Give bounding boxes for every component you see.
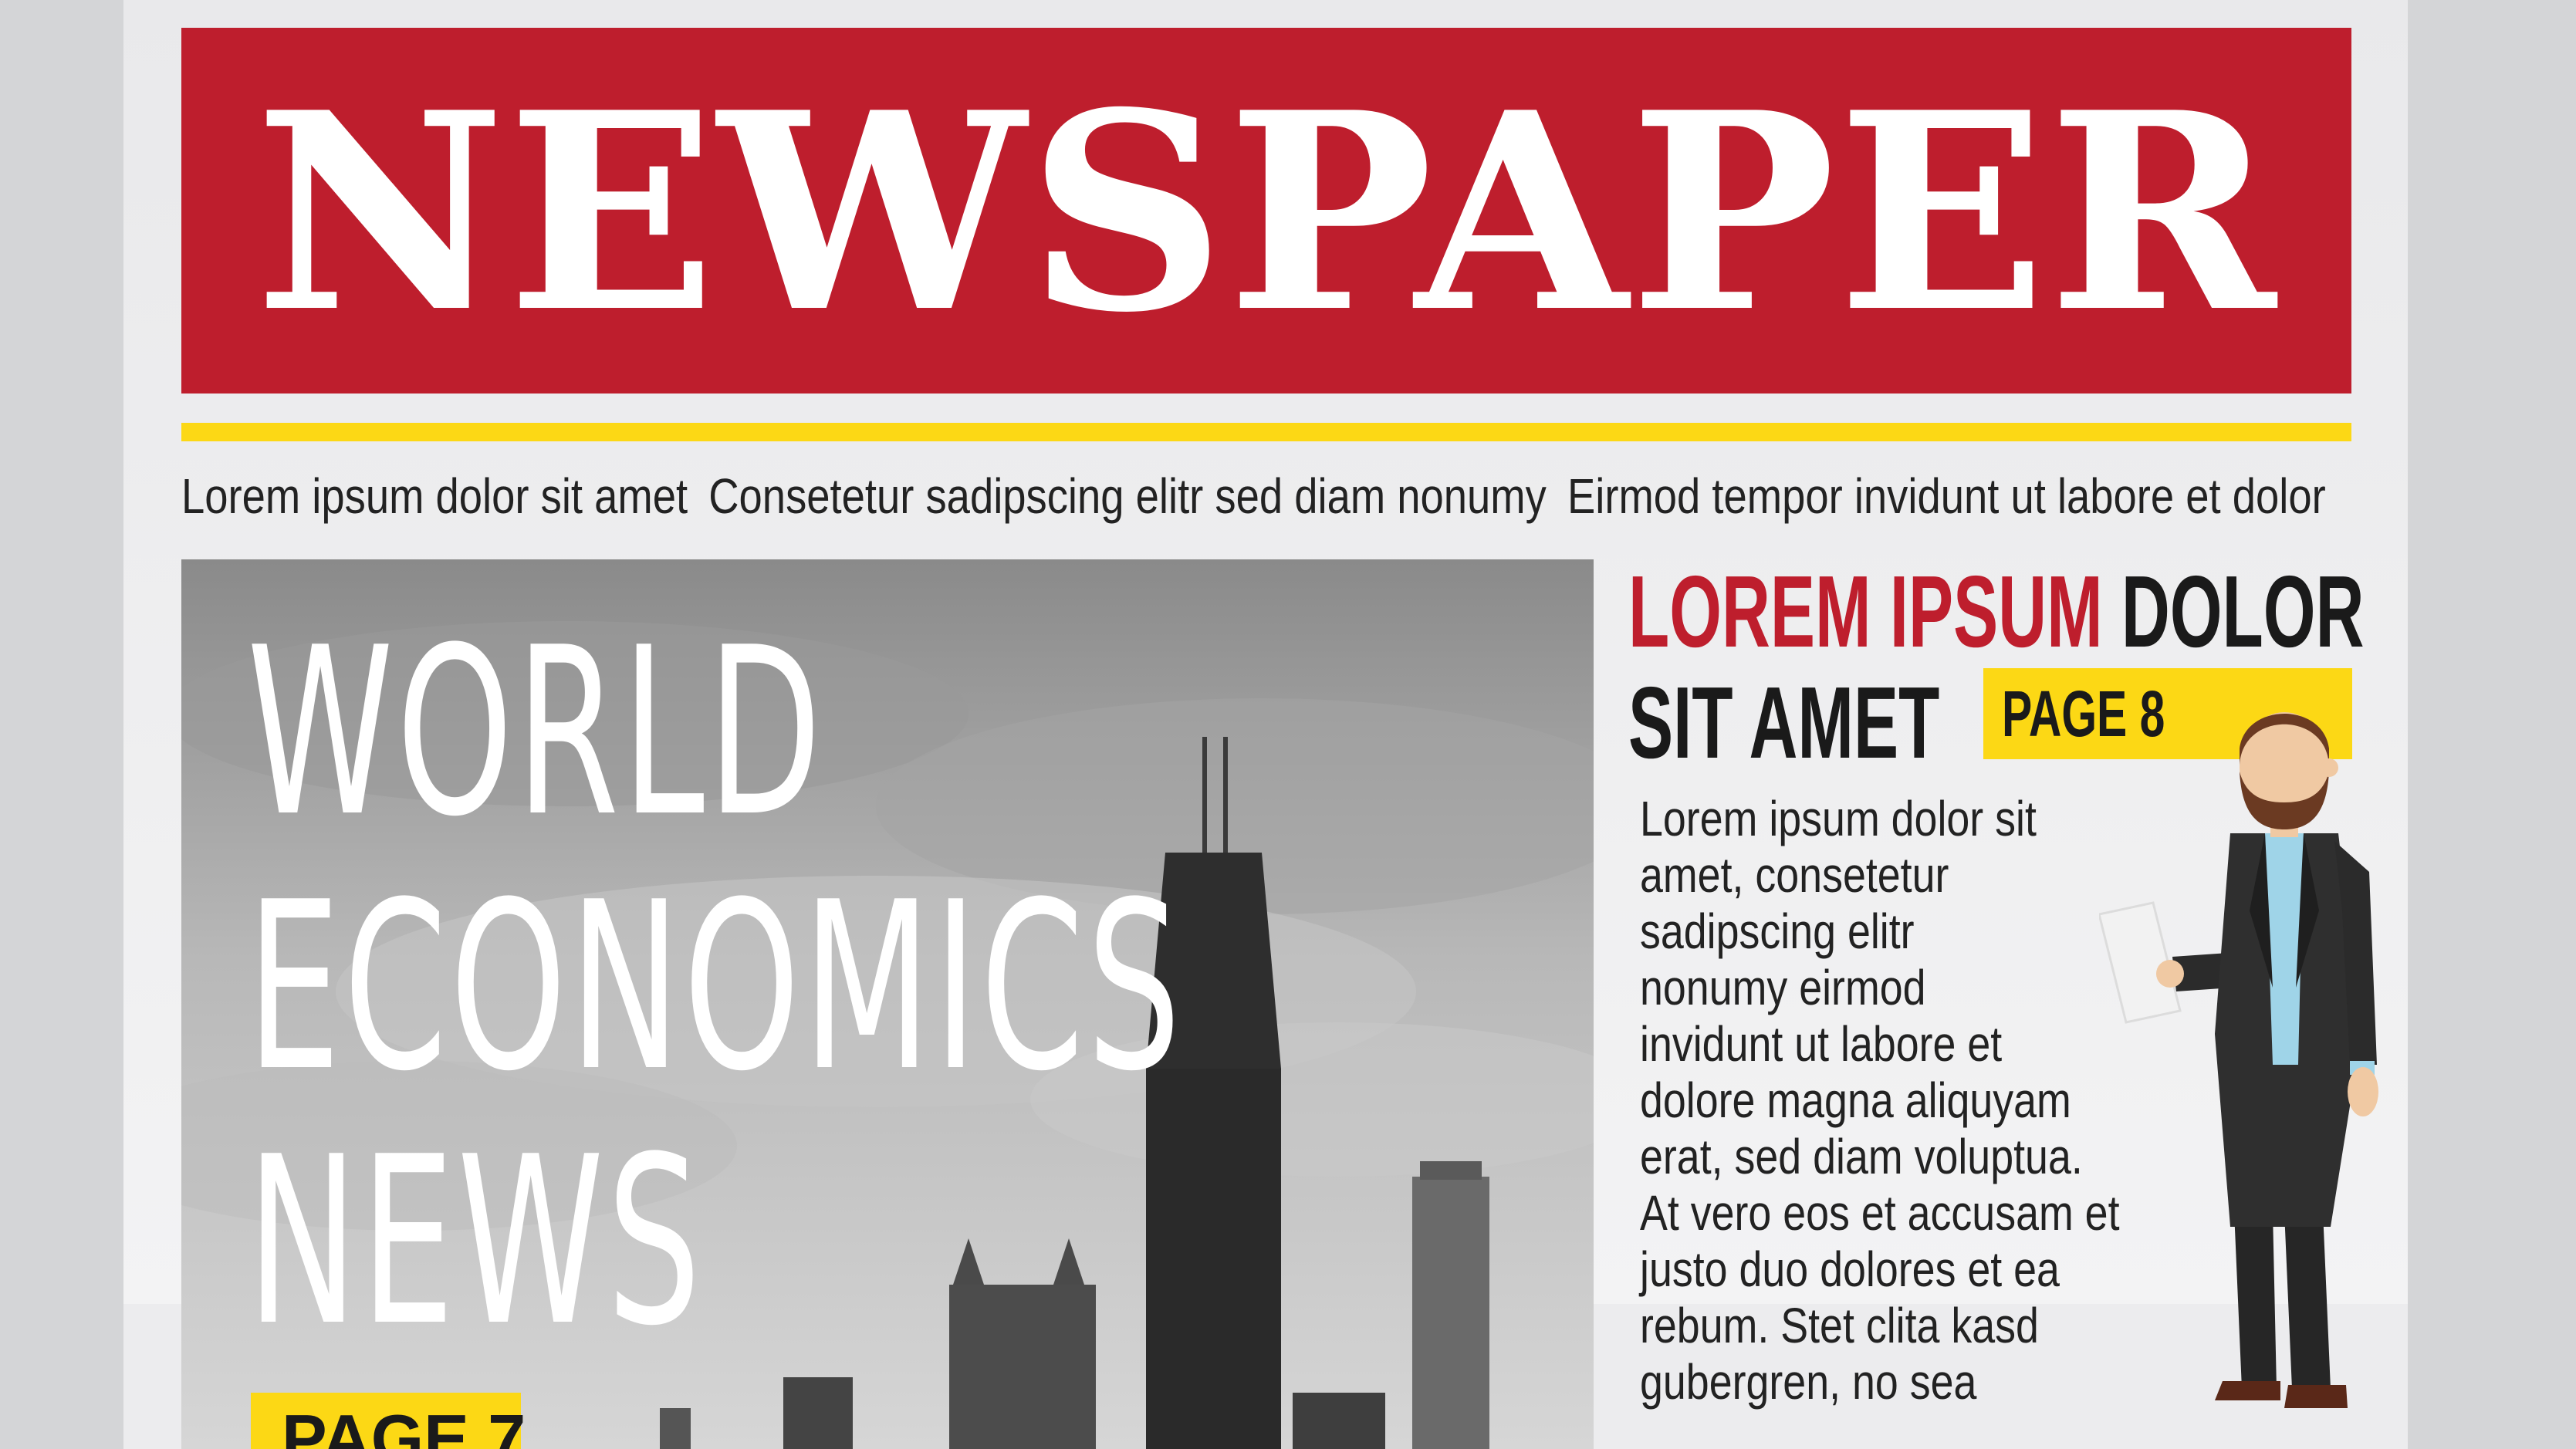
lead-headline-line: WORLD bbox=[247, 598, 825, 867]
body-line: sadipscing elitr bbox=[1640, 904, 1915, 959]
lead-headline-line: NEWS bbox=[247, 1107, 705, 1376]
side-story-body: Lorem ipsum dolor sit amet, consetetur s… bbox=[1640, 791, 2132, 1410]
ticker-item: Eirmod tempor invidunt ut labore et dolo… bbox=[1567, 468, 2326, 524]
body-line: erat, sed diam voluptua. bbox=[1640, 1129, 2083, 1184]
lead-story-photo: WORLD ECONOMICS NEWS PAGE 7 bbox=[181, 559, 1594, 1449]
body-line: amet, consetetur bbox=[1640, 847, 1949, 903]
lead-headline: WORLD ECONOMICS NEWS bbox=[247, 606, 1184, 1370]
side-headline-red: LOREM IPSUM bbox=[1628, 555, 2103, 668]
side-headline-line1: LOREM IPSUM DOLOR bbox=[1628, 554, 2364, 670]
ticker-item: Consetetur sadipscing elitr sed diam non… bbox=[708, 468, 1547, 524]
body-line: Lorem ipsum dolor sit bbox=[1640, 791, 2037, 846]
body-line: rebum. Stet clita kasd bbox=[1640, 1298, 2039, 1353]
newspaper-page: NEWSPAPER Lorem ipsum dolor sit amet Con… bbox=[123, 0, 2408, 1449]
body-line: dolore magna aliquyam bbox=[1640, 1072, 2071, 1128]
body-line: justo duo dolores et ea bbox=[1640, 1241, 2060, 1297]
body-line: nonumy eirmod bbox=[1640, 960, 1926, 1015]
masthead-underline bbox=[181, 423, 2351, 441]
businessman-illustration-icon bbox=[2099, 712, 2378, 1408]
ticker-item: Lorem ipsum dolor sit amet bbox=[181, 468, 688, 524]
lead-headline-line: ECONOMICS bbox=[247, 853, 1185, 1122]
masthead-title: NEWSPAPER bbox=[255, 53, 2278, 373]
masthead: NEWSPAPER bbox=[181, 28, 2351, 393]
side-headline-line2: SIT AMET bbox=[1628, 666, 1940, 779]
ticker-bar: Lorem ipsum dolor sit amet Consetetur sa… bbox=[181, 461, 2326, 531]
body-line: gubergren, no sea bbox=[1640, 1354, 1977, 1410]
page-7-tag[interactable]: PAGE 7 bbox=[251, 1393, 526, 1449]
body-line: invidunt ut labore et bbox=[1640, 1016, 2003, 1072]
body-line: At vero eos et accusam et bbox=[1640, 1185, 2120, 1241]
side-headline-black: DOLOR bbox=[2102, 555, 2365, 668]
